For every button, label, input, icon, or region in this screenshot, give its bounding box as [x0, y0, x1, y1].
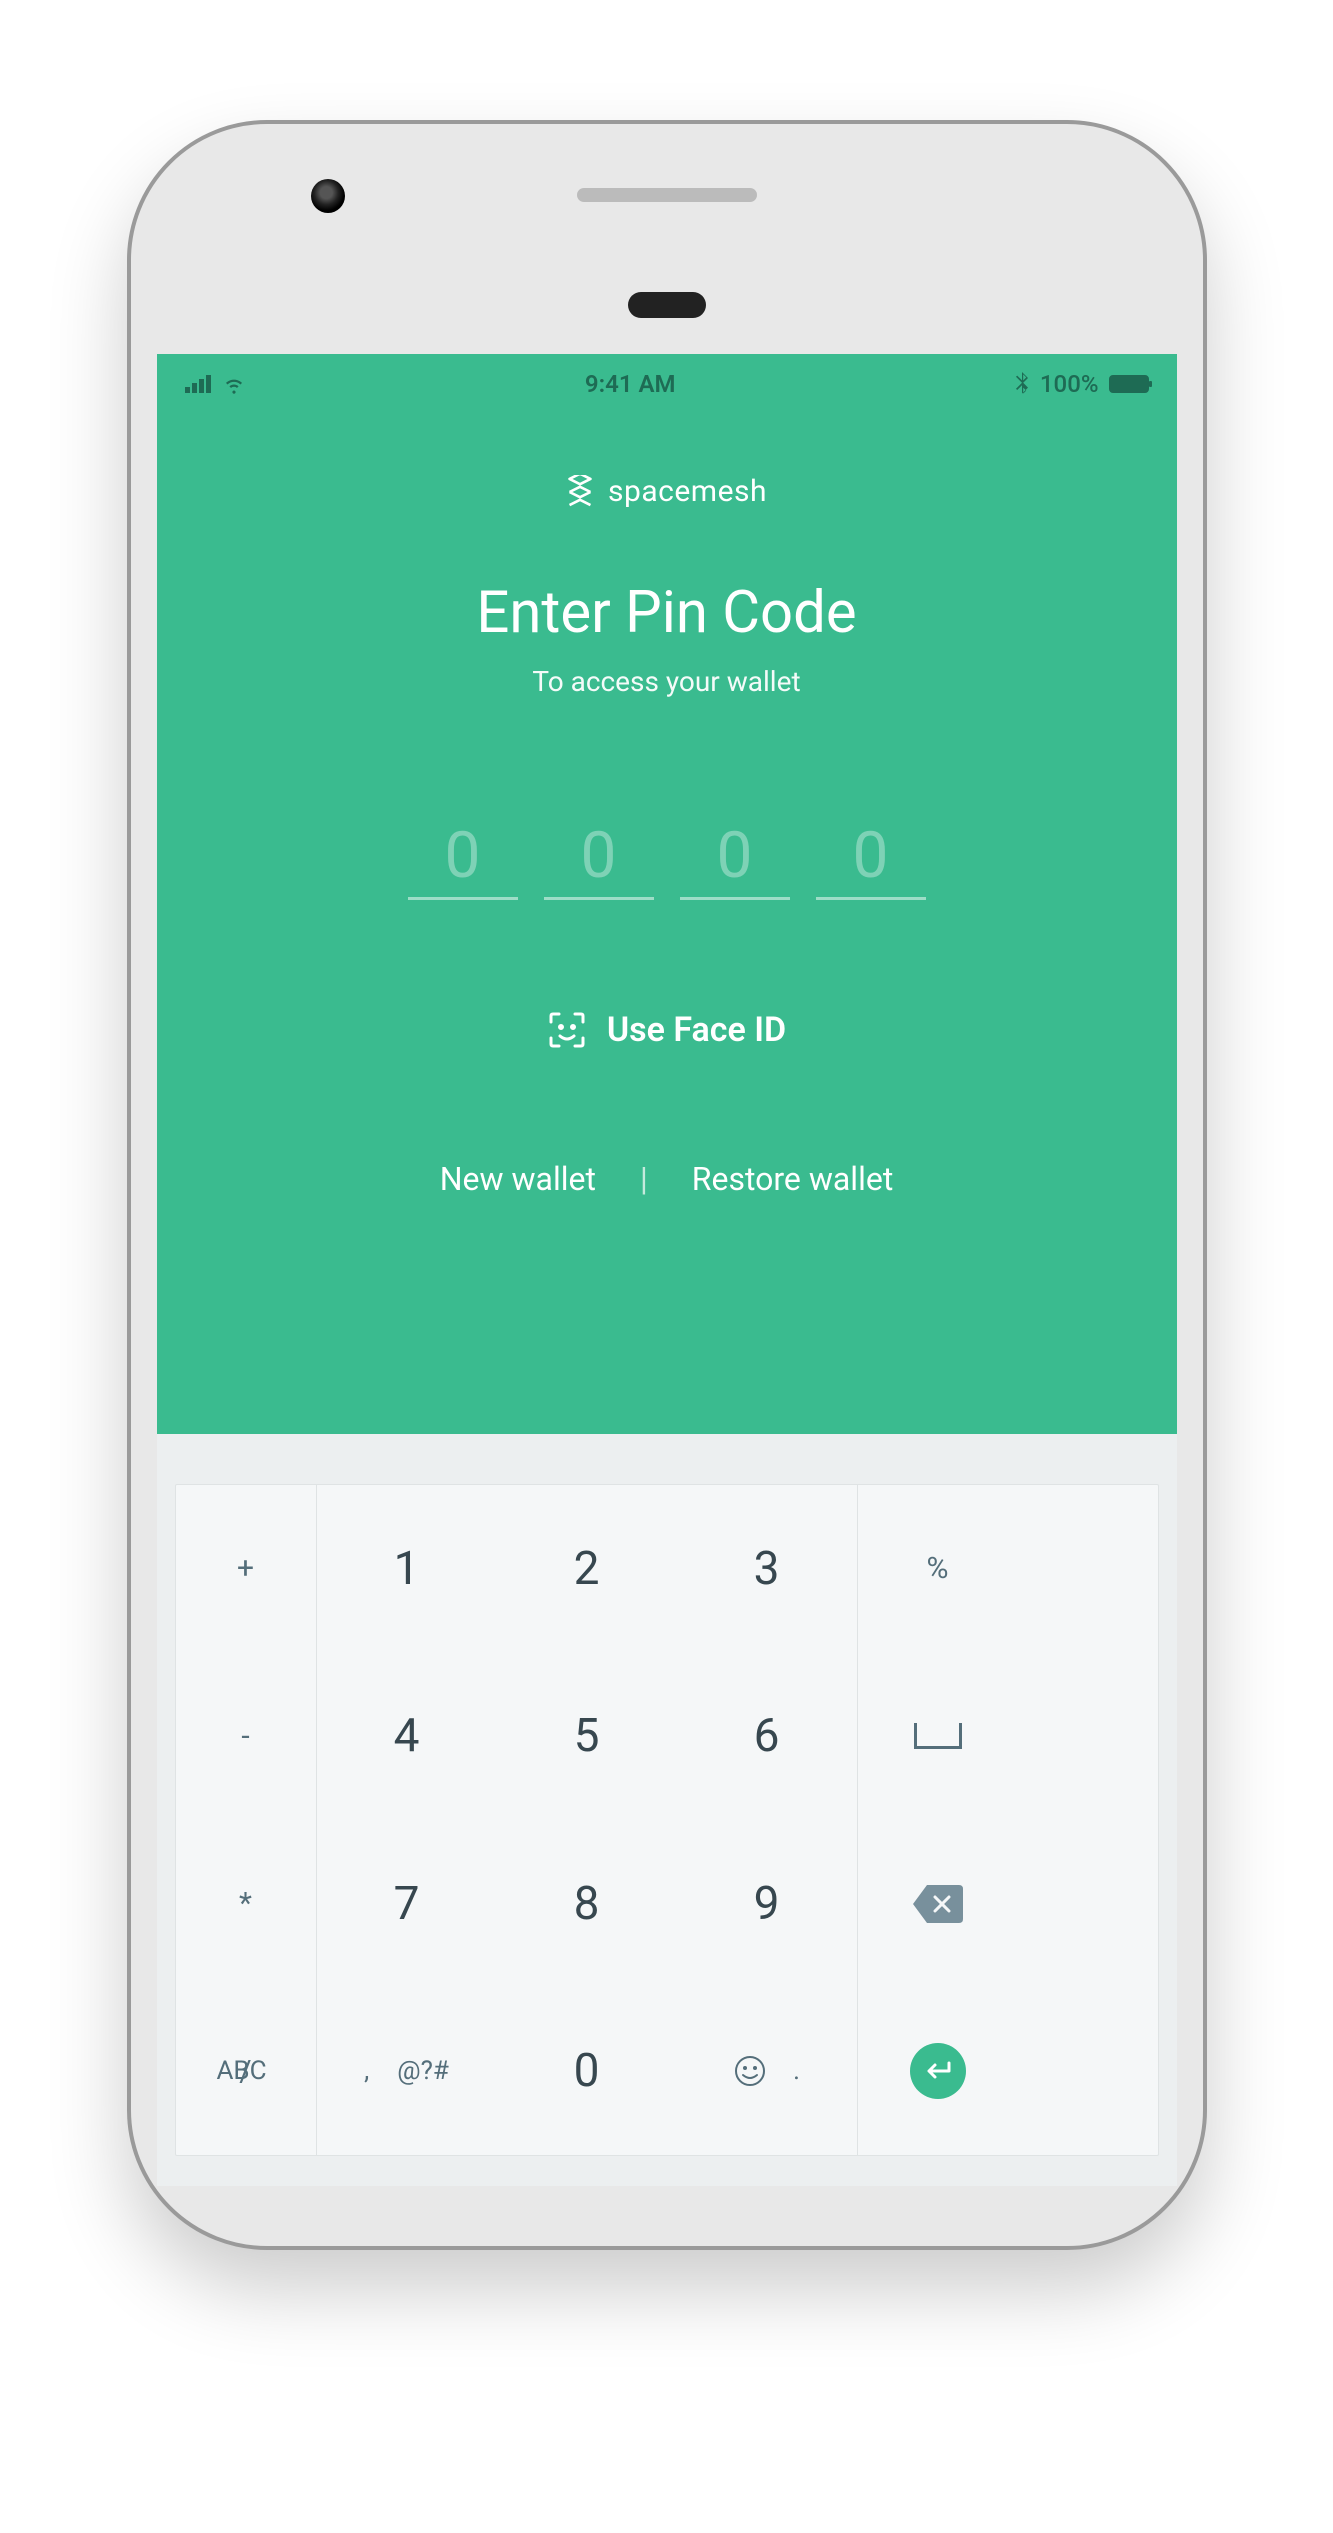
emoji-icon: [733, 2054, 767, 2088]
face-id-icon: [547, 1010, 587, 1050]
speaker-slot: [577, 188, 757, 202]
key-backspace[interactable]: [858, 1820, 1018, 1988]
key-abc[interactable]: ABC: [216, 2056, 266, 2086]
status-time: 9:41 AM: [585, 370, 676, 398]
screen: 9:41 AM 100% spacemesh Enter Pin Code To…: [157, 354, 1177, 2186]
battery-icon: [1109, 375, 1149, 393]
spacemesh-logo-icon: [566, 475, 594, 509]
brand-name: spacemesh: [608, 474, 767, 509]
camera-dot: [311, 179, 345, 213]
key-0[interactable]: 0: [497, 1988, 677, 2156]
battery-percent: 100%: [1040, 370, 1099, 398]
links-divider: |: [640, 1160, 648, 1198]
key-3[interactable]: 3: [677, 1485, 857, 1653]
restore-wallet-link[interactable]: Restore wallet: [692, 1160, 894, 1198]
key-asterisk[interactable]: *: [176, 1820, 316, 1988]
key-enter[interactable]: [858, 1988, 1018, 2156]
key-4[interactable]: 4: [317, 1653, 497, 1821]
bluetooth-icon: [1014, 372, 1030, 396]
pin-cell-4[interactable]: 0: [816, 818, 926, 900]
key-minus[interactable]: -: [176, 1653, 316, 1821]
key-9[interactable]: 9: [677, 1820, 857, 1988]
key-1[interactable]: 1: [317, 1485, 497, 1653]
wallet-links: New wallet | Restore wallet: [157, 1160, 1177, 1198]
pin-cell-2[interactable]: 0: [544, 818, 654, 900]
signal-icon: [185, 375, 211, 393]
key-6[interactable]: 6: [677, 1653, 857, 1821]
pin-cell-3[interactable]: 0: [680, 818, 790, 900]
use-face-id-button[interactable]: Use Face ID: [157, 1010, 1177, 1050]
page-subtitle: To access your wallet: [157, 665, 1177, 698]
key-percent[interactable]: %: [858, 1485, 1018, 1653]
key-plus[interactable]: +: [176, 1485, 316, 1653]
key-8[interactable]: 8: [497, 1820, 677, 1988]
key-symbols[interactable]: , @?#: [317, 1988, 497, 2156]
phone-frame: 9:41 AM 100% spacemesh Enter Pin Code To…: [127, 120, 1207, 2250]
space-icon: [914, 1723, 962, 1749]
key-7[interactable]: 7: [317, 1820, 497, 1988]
app-panel: 9:41 AM 100% spacemesh Enter Pin Code To…: [157, 354, 1177, 1434]
face-id-label: Use Face ID: [607, 1010, 786, 1050]
key-5[interactable]: 5: [497, 1653, 677, 1821]
wifi-icon: [221, 371, 247, 397]
status-bar: 9:41 AM 100%: [157, 354, 1177, 414]
sensor-pill: [628, 292, 706, 318]
key-emoji[interactable]: .: [677, 1988, 857, 2156]
keyboard: + - * / 1 2 3 4 5 6 7 8 9 0 , @?#: [157, 1434, 1177, 2186]
pin-input-row: 0 0 0 0: [157, 818, 1177, 900]
brand: spacemesh: [157, 474, 1177, 509]
pin-cell-1[interactable]: 0: [408, 818, 518, 900]
key-2[interactable]: 2: [497, 1485, 677, 1653]
key-space[interactable]: [858, 1653, 1018, 1821]
enter-icon: [910, 2043, 966, 2099]
backspace-icon: [913, 1885, 963, 1923]
new-wallet-link[interactable]: New wallet: [440, 1160, 596, 1198]
page-title: Enter Pin Code: [157, 579, 1177, 647]
